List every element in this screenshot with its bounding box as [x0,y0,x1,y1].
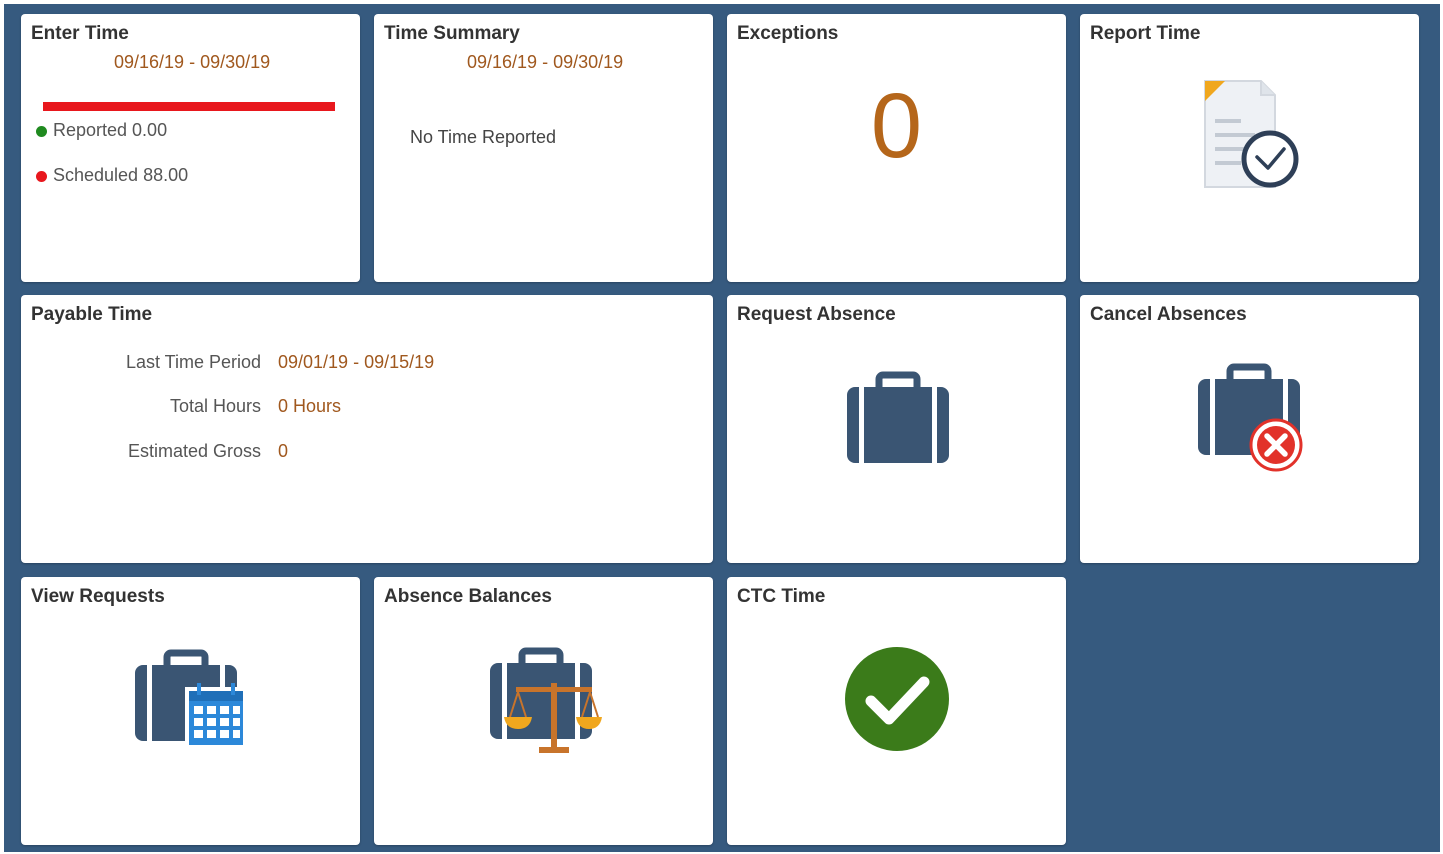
briefcase-icon [847,371,949,463]
total-hours-value: 0 Hours [278,396,342,416]
tile-dashboard: Enter Time 09/16/19 - 09/30/19 Reported … [4,4,1440,852]
absence-balances-title: Absence Balances [384,586,552,607]
red-dot-icon [36,170,47,182]
last-time-period-value: 09/01/19 - 09/15/19 [278,352,435,372]
ctc-time-title: CTC Time [737,586,826,607]
green-dot-icon [36,125,47,137]
check-circle-icon [845,647,949,751]
briefcase-scale-icon [490,647,602,753]
cancel-absences-tile[interactable]: Cancel Absences [1080,295,1419,563]
report-time-icon [1204,80,1299,188]
briefcase-cancel-icon [1198,363,1303,472]
reported-progress-bar [43,102,335,111]
view-requests-tile[interactable]: View Requests [21,577,360,845]
payable-time-title: Payable Time [31,304,153,325]
scheduled-hours: Scheduled 88.00 [36,165,188,186]
time-summary-title: Time Summary [384,23,520,44]
ctc-time-tile[interactable]: CTC Time [727,577,1066,845]
time-summary-status: No Time Reported [410,127,557,147]
request-absence-tile[interactable]: Request Absence [727,295,1066,563]
total-hours-label: Total Hours [169,396,261,416]
absence-balances-tile[interactable]: Absence Balances [374,577,713,845]
enter-time-period: 09/16/19 - 09/30/19 [114,52,271,72]
report-time-tile[interactable]: Report Time [1080,14,1419,282]
reported-hours-label: Reported 0.00 [53,120,168,140]
scheduled-hours-label: Scheduled 88.00 [53,165,189,185]
cancel-absences-title: Cancel Absences [1090,304,1247,325]
request-absence-title: Request Absence [737,304,896,325]
exceptions-count: 0 [870,75,923,177]
view-requests-title: View Requests [31,586,165,607]
reported-hours: Reported 0.00 [36,120,167,141]
enter-time-tile[interactable]: Enter Time 09/16/19 - 09/30/19 Reported … [21,14,360,282]
time-summary-tile[interactable]: Time Summary 09/16/19 - 09/30/19 No Time… [374,14,713,282]
enter-time-title: Enter Time [31,23,129,44]
exceptions-tile[interactable]: Exceptions 0 [727,14,1066,282]
report-time-title: Report Time [1090,23,1201,44]
briefcase-calendar-icon [135,649,247,749]
payable-time-tile[interactable]: Payable Time Last Time Period 09/01/19 -… [21,295,713,563]
exceptions-title: Exceptions [737,23,839,44]
estimated-gross-label: Estimated Gross [127,441,261,461]
time-summary-period: 09/16/19 - 09/30/19 [467,52,624,72]
last-time-period-label: Last Time Period [125,352,261,372]
estimated-gross-value: 0 [278,441,289,461]
